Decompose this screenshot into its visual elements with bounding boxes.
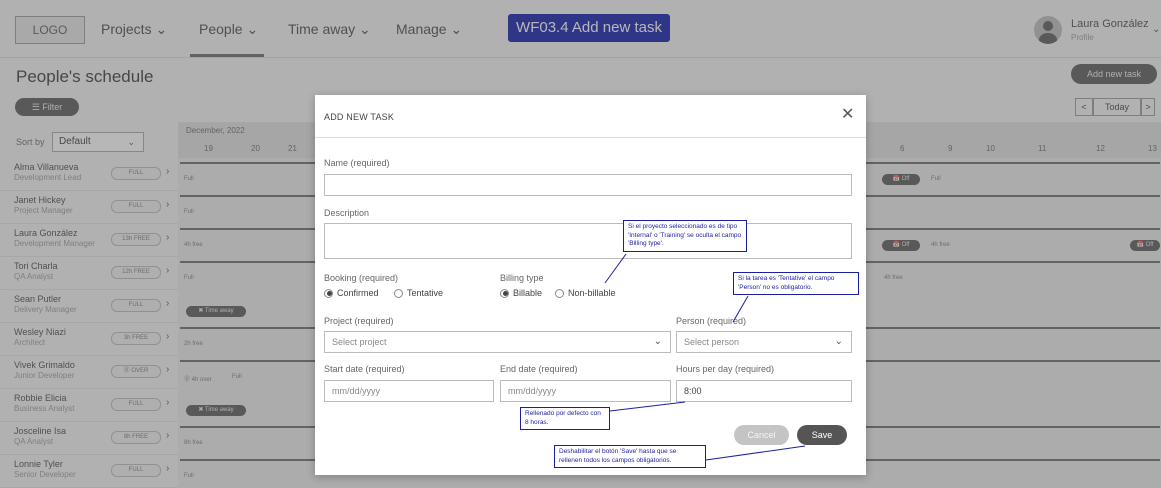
billing-nonbillable-radio[interactable]: Non-billable	[555, 288, 616, 298]
save-disabled-note: Deshabilitar el botón 'Save' hasta que s…	[554, 445, 706, 468]
end-date-field[interactable]: mm/dd/yyyy	[500, 380, 671, 402]
radio-unselected-icon	[394, 288, 403, 298]
project-select[interactable]: Select project ⌄	[324, 331, 671, 353]
close-icon[interactable]: ✕	[841, 107, 854, 123]
cancel-button[interactable]: Cancel	[734, 425, 789, 445]
radio-unselected-icon	[555, 288, 564, 298]
person-label: Person (required)	[676, 316, 747, 326]
name-field[interactable]	[324, 174, 852, 196]
chevron-down-icon: ⌄	[653, 336, 662, 347]
radio-selected-icon	[500, 288, 509, 298]
radio-label: Confirmed	[337, 288, 379, 298]
radio-label: Tentative	[407, 288, 444, 298]
name-label: Name (required)	[324, 158, 390, 168]
radio-label: Non-billable	[568, 288, 616, 298]
person-field-note: Si la tarea es 'Tentative' el campo 'Per…	[733, 272, 859, 295]
billing-type-note: Si el proyecto seleccionado es de tipo '…	[623, 220, 747, 252]
start-date-label: Start date (required)	[324, 364, 405, 374]
booking-confirmed-radio[interactable]: Confirmed	[324, 288, 379, 298]
chevron-down-icon: ⌄	[834, 336, 843, 347]
billing-label: Billing type	[500, 273, 544, 283]
hours-default-note: Rellenado por defecto con 8 horas.	[520, 407, 610, 430]
person-select[interactable]: Select person ⌄	[676, 331, 852, 353]
project-placeholder: Select project	[332, 337, 387, 347]
booking-tentative-radio[interactable]: Tentative	[394, 288, 443, 298]
project-label: Project (required)	[324, 316, 394, 326]
billing-billable-radio[interactable]: Billable	[500, 288, 542, 298]
radio-selected-icon	[324, 288, 333, 298]
start-date-field[interactable]: mm/dd/yyyy	[324, 380, 494, 402]
save-button[interactable]: Save	[797, 425, 847, 445]
booking-label: Booking (required)	[324, 273, 399, 283]
radio-label: Billable	[513, 288, 543, 298]
description-label: Description	[324, 208, 370, 218]
hours-per-day-label: Hours per day (required)	[676, 364, 775, 374]
modal-divider	[315, 137, 866, 138]
person-placeholder: Select person	[684, 337, 740, 347]
hours-per-day-field[interactable]: 8:00	[676, 380, 852, 402]
description-field[interactable]	[324, 223, 852, 259]
modal-title: ADD NEW TASK	[324, 112, 395, 122]
end-date-label: End date (required)	[500, 364, 578, 374]
